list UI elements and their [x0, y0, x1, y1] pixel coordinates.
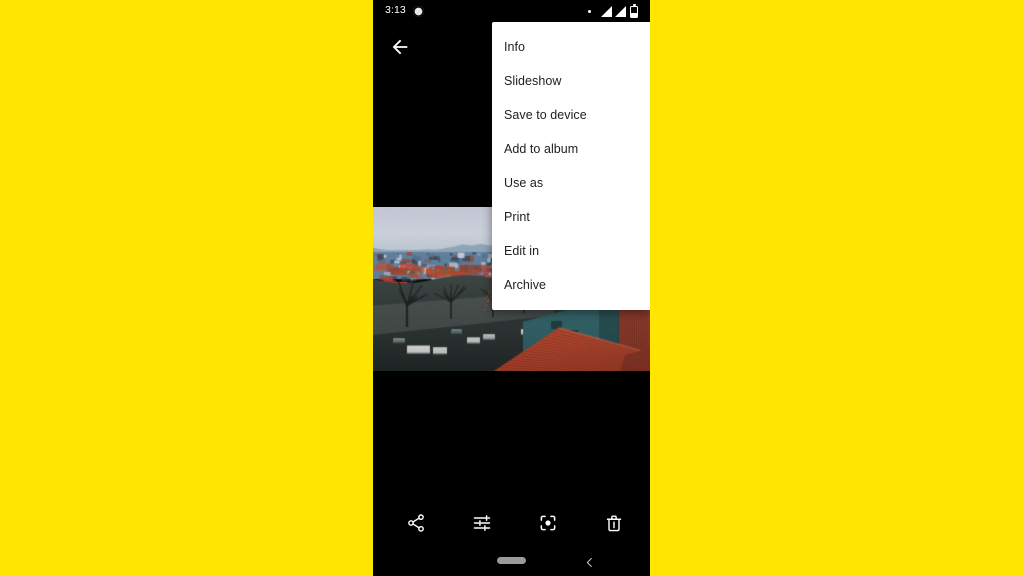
status-bar: 3:13 — [373, 0, 650, 24]
back-button[interactable] — [381, 28, 419, 66]
menu-item-print[interactable]: Print — [492, 200, 650, 234]
menu-item-archive[interactable]: Archive — [492, 268, 650, 302]
delete-button[interactable] — [591, 500, 637, 546]
message-bubble-icon — [413, 6, 424, 17]
lens-button[interactable] — [525, 500, 571, 546]
status-bar-clock: 3:13 — [385, 4, 406, 16]
menu-item-save-to-device[interactable]: Save to device — [492, 98, 650, 132]
overflow-menu: Info Slideshow Save to device Add to alb… — [492, 22, 650, 310]
system-nav-bar — [373, 546, 650, 576]
trash-icon — [606, 515, 622, 532]
nav-back-button[interactable] — [579, 552, 599, 572]
menu-item-slideshow[interactable]: Slideshow — [492, 64, 650, 98]
bottom-toolbar — [373, 500, 650, 546]
signal-bars-icon — [615, 6, 626, 17]
edit-button[interactable] — [459, 500, 505, 546]
menu-item-add-to-album[interactable]: Add to album — [492, 132, 650, 166]
menu-item-info[interactable]: Info — [492, 30, 650, 64]
chevron-left-icon — [586, 557, 592, 567]
arrow-left-icon — [392, 39, 408, 55]
battery-icon — [630, 4, 638, 18]
signal-bars-icon — [601, 6, 612, 17]
phone-screen: 3:13 Info Slideshow Save to device Add t… — [373, 0, 650, 576]
menu-item-edit-in[interactable]: Edit in — [492, 234, 650, 268]
tune-icon — [473, 515, 491, 531]
menu-item-use-as[interactable]: Use as — [492, 166, 650, 200]
home-gesture-pill[interactable] — [497, 557, 526, 564]
small-dot-icon — [588, 10, 591, 13]
share-button[interactable] — [393, 500, 439, 546]
lens-icon — [540, 515, 556, 531]
share-icon — [408, 514, 424, 532]
